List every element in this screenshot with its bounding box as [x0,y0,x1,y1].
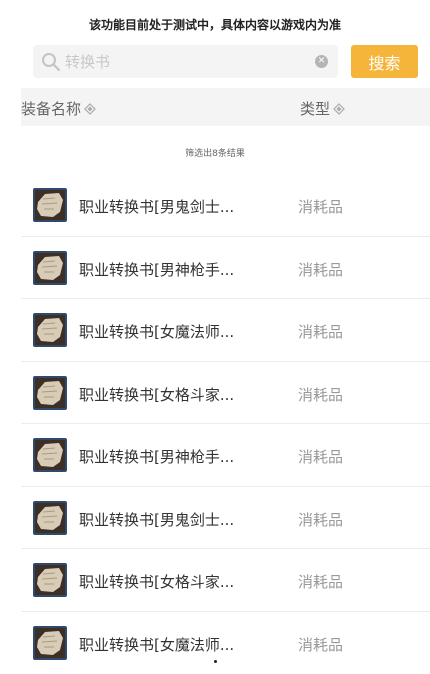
item-name: 职业转换书[女魔法师... [79,634,234,655]
sort-icon [84,103,96,115]
result-list: 职业转换书[男鬼剑士... 消耗品 职业转换书[男神枪手... 消耗品 职业转换… [21,174,430,674]
column-type-label: 类型 [300,100,330,118]
list-item[interactable]: 职业转换书[女魔法师... 消耗品 [21,299,430,362]
scroll-icon [33,376,67,410]
list-item[interactable]: 职业转换书[男神枪手... 消耗品 [21,424,430,487]
item-type: 消耗品 [298,321,343,342]
test-notice: 该功能目前处于测试中，具体内容以游戏内为准 [0,16,430,33]
item-name: 职业转换书[女格斗家... [79,384,234,405]
clear-icon[interactable]: ✕ [315,55,328,68]
item-type: 消耗品 [298,446,343,467]
list-item[interactable]: 职业转换书[男神枪手... 消耗品 [21,237,430,300]
scroll-icon [33,501,67,535]
item-name: 职业转换书[男鬼剑士... [79,509,234,530]
column-name-label: 装备名称 [21,100,81,118]
column-header-type[interactable]: 类型 [300,98,345,119]
item-type: 消耗品 [298,509,343,530]
list-item[interactable]: 职业转换书[女格斗家... 消耗品 [21,549,430,612]
item-name: 职业转换书[女魔法师... [79,321,234,342]
list-item[interactable]: 职业转换书[女格斗家... 消耗品 [21,362,430,425]
item-name: 职业转换书[男神枪手... [79,259,234,280]
item-type: 消耗品 [298,384,343,405]
scroll-icon [33,188,67,222]
table-header: 装备名称 类型 [21,88,430,126]
item-type: 消耗品 [298,571,343,592]
search-field[interactable]: ✕ [33,45,338,78]
list-item[interactable]: 职业转换书[男鬼剑士... 消耗品 [21,487,430,550]
item-name: 职业转换书[男神枪手... [79,446,234,467]
item-name: 职业转换书[女格斗家... [79,571,234,592]
item-name: 职业转换书[男鬼剑士... [79,196,234,217]
scroll-icon [33,626,67,660]
scroll-icon [33,313,67,347]
search-input[interactable] [65,49,305,74]
scroll-icon [33,563,67,597]
scroll-icon [33,251,67,285]
item-type: 消耗品 [298,634,343,655]
item-type: 消耗品 [298,259,343,280]
result-count: 筛选出8条结果 [0,146,430,159]
search-button[interactable]: 搜索 [351,45,418,78]
scroll-icon [33,438,67,472]
sort-icon [333,103,345,115]
scroll-indicator [214,660,217,663]
column-header-name[interactable]: 装备名称 [21,98,96,119]
search-icon [41,52,61,72]
search-bar: ✕ 搜索 [33,45,418,78]
item-type: 消耗品 [298,196,343,217]
list-item[interactable]: 职业转换书[男鬼剑士... 消耗品 [21,174,430,237]
list-item[interactable]: 职业转换书[女魔法师... 消耗品 [21,612,430,674]
